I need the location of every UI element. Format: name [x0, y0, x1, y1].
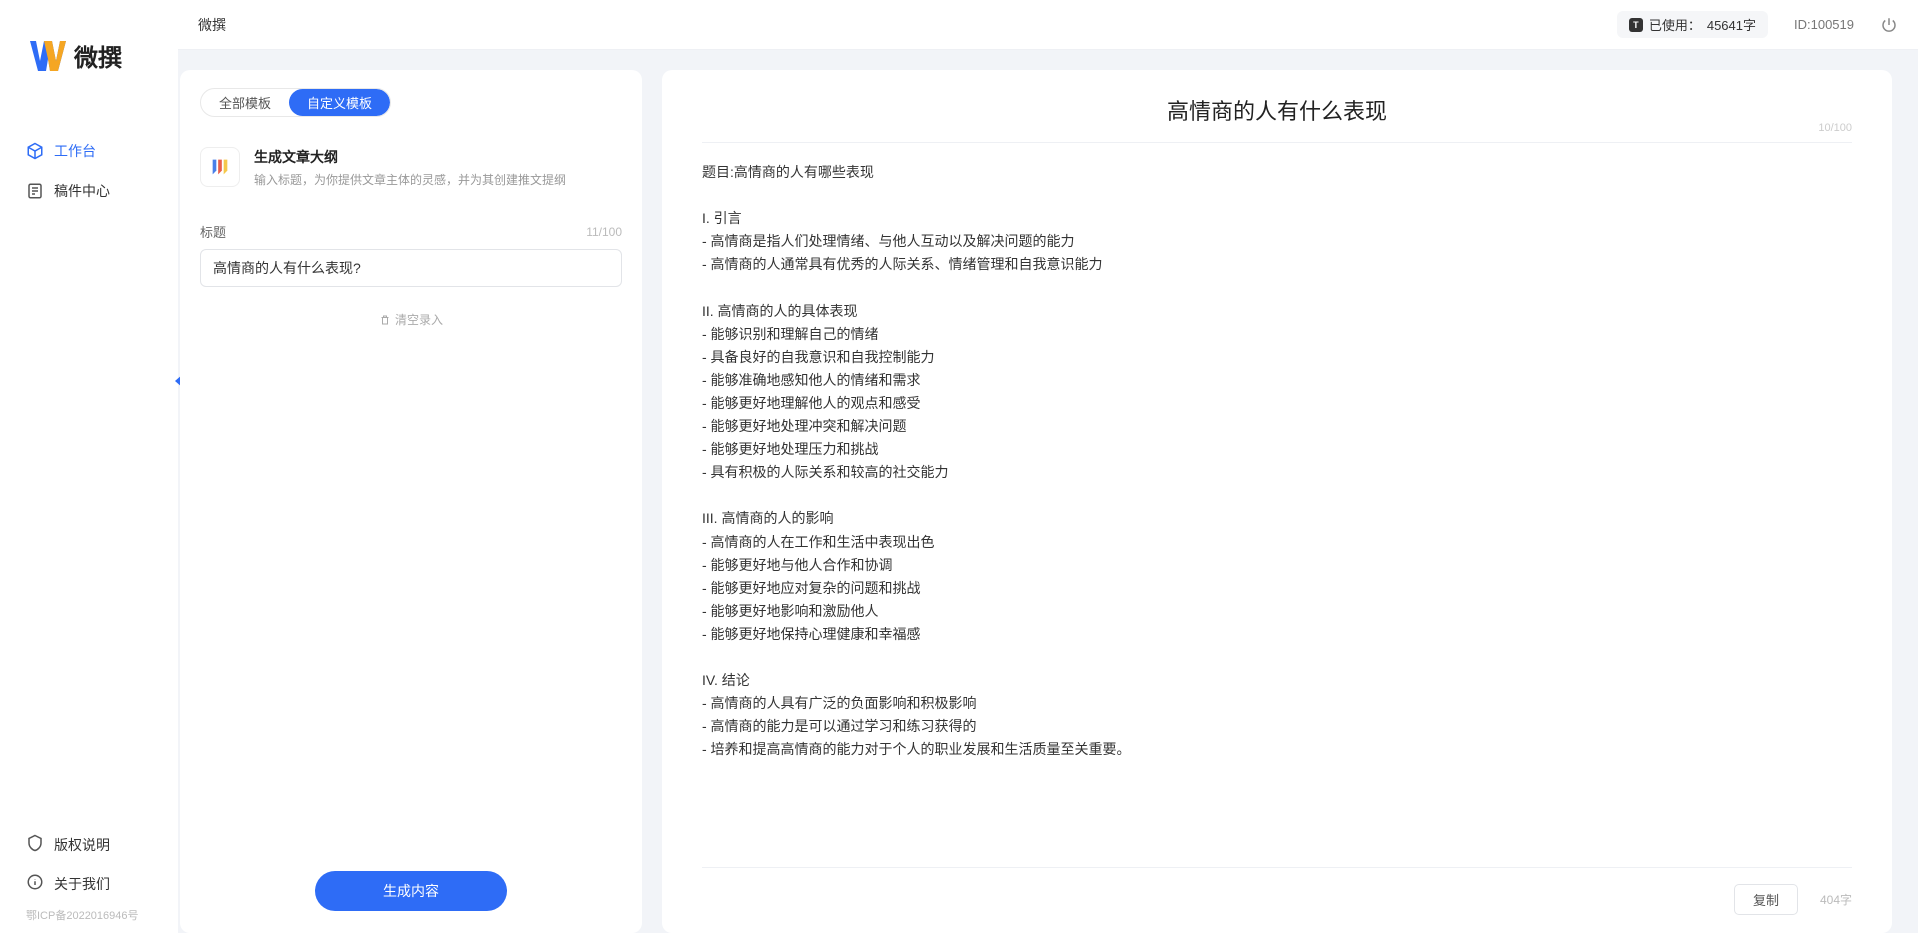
panel-right: 高情商的人有什么表现 10/100 题目:高情商的人有哪些表现 I. 引言 - … [662, 70, 1892, 933]
result-footer: 复制 404字 [702, 867, 1852, 915]
document-icon [26, 182, 44, 200]
page-title: 微撰 [198, 15, 226, 35]
template-tabs: 全部模板 自定义模板 [200, 88, 391, 117]
bottom-label: 版权说明 [54, 835, 110, 855]
body-char-count: 404字 [1820, 891, 1852, 908]
bottom-label: 关于我们 [54, 874, 110, 894]
clear-label: 清空录入 [395, 311, 443, 328]
usage-value: 45641字 [1707, 15, 1756, 34]
title-char-count: 10/100 [1818, 122, 1852, 134]
clear-input-link[interactable]: 清空录入 [200, 311, 622, 328]
nav-menu: 工作台 稿件中心 [0, 103, 178, 243]
sidebar: 微撰 工作台 稿件中心 [0, 0, 178, 933]
nav-drafts[interactable]: 稿件中心 [0, 173, 178, 209]
copyright-link[interactable]: 版权说明 [0, 825, 178, 864]
user-id: ID:100519 [1794, 17, 1854, 32]
field-count: 11/100 [586, 225, 622, 239]
power-icon[interactable] [1880, 16, 1898, 34]
template-icon [200, 147, 240, 187]
cube-icon [26, 142, 44, 160]
topbar: 微撰 T 已使用： 45641字 ID:100519 [178, 0, 1918, 50]
template-card: 生成文章大纲 输入标题，为你提供文章主体的灵感，并为其创建推文提纲 [200, 147, 622, 188]
info-icon [26, 873, 44, 894]
content: 全部模板 自定义模板 生成文章大纲 输入标题，为你提供文章主体的灵感，并为其创建… [178, 50, 1918, 933]
main: 微撰 T 已使用： 45641字 ID:100519 全部模板 自定义模板 [178, 0, 1918, 933]
panel-left: 全部模板 自定义模板 生成文章大纲 输入标题，为你提供文章主体的灵感，并为其创建… [180, 70, 642, 933]
shield-icon [26, 834, 44, 855]
tab-custom-templates[interactable]: 自定义模板 [289, 89, 390, 116]
nav-label: 稿件中心 [54, 181, 110, 201]
usage-label: 已使用： [1649, 15, 1701, 34]
text-icon: T [1629, 18, 1643, 32]
title-input[interactable] [200, 249, 622, 287]
logo[interactable]: 微撰 [0, 0, 178, 103]
logo-text: 微撰 [74, 38, 122, 73]
copy-button[interactable]: 复制 [1734, 884, 1798, 915]
trash-icon [379, 314, 391, 326]
result-title[interactable]: 高情商的人有什么表现 [702, 94, 1852, 126]
icp-text: 鄂ICP备2022016946号 [0, 903, 178, 927]
about-link[interactable]: 关于我们 [0, 864, 178, 903]
tab-all-templates[interactable]: 全部模板 [201, 89, 289, 116]
generate-button[interactable]: 生成内容 [315, 871, 507, 911]
template-desc: 输入标题，为你提供文章主体的灵感，并为其创建推文提纲 [254, 171, 566, 188]
nav-label: 工作台 [54, 141, 96, 161]
topbar-right: T 已使用： 45641字 ID:100519 [1617, 11, 1898, 38]
field-label: 标题 [200, 222, 226, 241]
template-name: 生成文章大纲 [254, 147, 566, 167]
usage-badge[interactable]: T 已使用： 45641字 [1617, 11, 1768, 38]
template-info: 生成文章大纲 输入标题，为你提供文章主体的灵感，并为其创建推文提纲 [254, 147, 566, 188]
result-title-row: 高情商的人有什么表现 10/100 [702, 94, 1852, 143]
sidebar-bottom: 版权说明 关于我们 鄂ICP备2022016946号 [0, 825, 178, 933]
result-body[interactable]: 题目:高情商的人有哪些表现 I. 引言 - 高情商是指人们处理情绪、与他人互动以… [702, 161, 1852, 867]
title-field-group: 标题 11/100 [200, 222, 622, 287]
nav-workspace[interactable]: 工作台 [0, 133, 178, 169]
logo-icon [30, 41, 66, 71]
